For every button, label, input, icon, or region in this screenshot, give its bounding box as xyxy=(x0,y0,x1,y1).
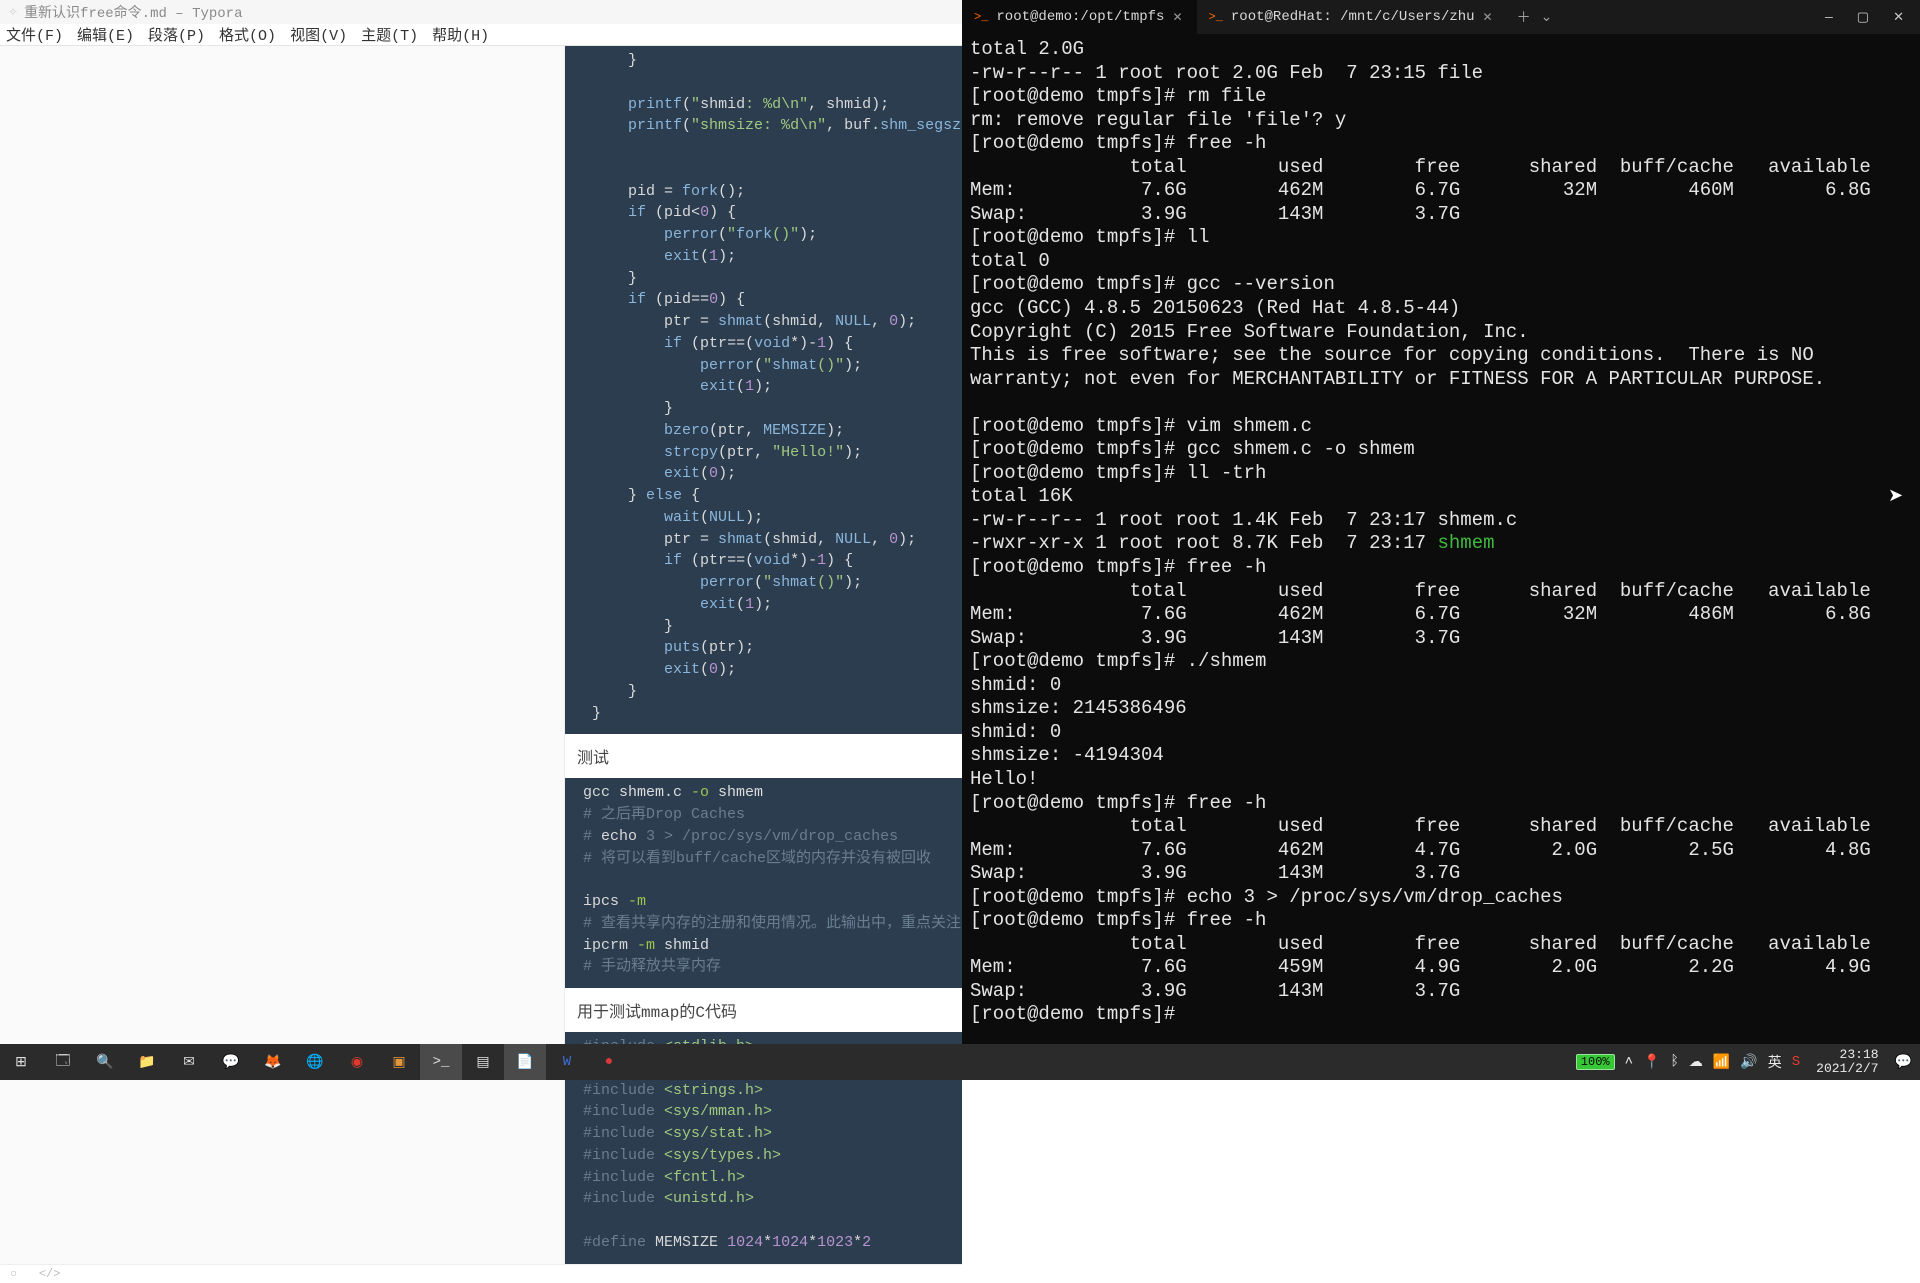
app-button-generic2[interactable]: ▣ xyxy=(378,1044,420,1080)
code-block-shmem[interactable]: } printf("shmid: %d\n", shmid); printf("… xyxy=(565,46,962,734)
terminal-window: >_ root@demo:/opt/tmpfs ✕ >_ root@RedHat… xyxy=(962,0,1920,1044)
close-icon[interactable]: ✕ xyxy=(1483,10,1493,25)
menu-format[interactable]: 格式(O) xyxy=(219,24,276,45)
app-button-firefox[interactable]: 🦊 xyxy=(252,1044,294,1080)
tray-ime-lang[interactable]: 英 xyxy=(1768,1052,1782,1072)
heading-test: 测试 xyxy=(565,734,962,778)
terminal-tab-1-label: root@demo:/opt/tmpfs xyxy=(996,9,1164,25)
maximize-button[interactable]: ▢ xyxy=(1857,10,1869,25)
app-button-mail[interactable]: ✉ xyxy=(168,1044,210,1080)
status-circle-icon: ○ xyxy=(10,1267,32,1281)
terminal-tab-2-label: root@RedHat: /mnt/c/Users/zhu xyxy=(1231,9,1475,25)
app-button-edge[interactable]: 🌐 xyxy=(294,1044,336,1080)
tray-cloud-icon[interactable]: ☁ xyxy=(1689,1054,1703,1071)
typora-window: ✧ 重新认识free命令.md – Typora 文件(F) 编辑(E) 段落(… xyxy=(0,0,962,1044)
clock[interactable]: 23:18 2021/2/7 xyxy=(1810,1048,1884,1077)
menu-para[interactable]: 段落(P) xyxy=(148,24,205,45)
close-icon[interactable]: ✕ xyxy=(1172,10,1182,25)
terminal-tab-2[interactable]: >_ root@RedHat: /mnt/c/Users/zhu ✕ xyxy=(1197,0,1507,34)
menu-edit[interactable]: 编辑(E) xyxy=(77,24,134,45)
windows-taskbar[interactable]: ⊞ 🗔 🔍 📁 ✉ 💬 🦊 🌐 ◉ ▣ >_ ▤ 📄 W ● 100% ˄ 📍 … xyxy=(0,1044,1920,1080)
terminal-body[interactable]: total 2.0G -rw-r--r-- 1 root root 2.0G F… xyxy=(962,34,1920,1044)
app-button-wechat[interactable]: 💬 xyxy=(210,1044,252,1080)
menu-help[interactable]: 帮助(H) xyxy=(432,24,489,45)
close-button[interactable]: ✕ xyxy=(1893,10,1904,25)
minimize-button[interactable]: ― xyxy=(1825,10,1833,25)
terminal-tab-1[interactable]: >_ root@demo:/opt/tmpfs ✕ xyxy=(962,0,1197,34)
typora-app-icon: ✧ xyxy=(8,5,18,20)
dropdown-icon[interactable]: ⌄ xyxy=(1541,9,1553,26)
typora-title-text: 重新认识free命令.md – Typora xyxy=(24,2,242,22)
tray-location-icon[interactable]: 📍 xyxy=(1643,1054,1660,1071)
app-button-typora-taskbar[interactable]: 📄 xyxy=(504,1044,546,1080)
menu-view[interactable]: 视图(V) xyxy=(290,24,347,45)
code-block-shell[interactable]: gcc shmem.c -o shmem # 之后再Drop Caches # … xyxy=(565,778,962,988)
new-tab-button[interactable]: ＋ xyxy=(1517,7,1531,27)
start-button[interactable]: ⊞ xyxy=(0,1044,42,1080)
typora-menubar[interactable]: 文件(F) 编辑(E) 段落(P) 格式(O) 视图(V) 主题(T) 帮助(H… xyxy=(0,24,962,46)
app-button-word[interactable]: W xyxy=(546,1044,588,1080)
typora-editor[interactable]: } printf("shmid: %d\n", shmid); printf("… xyxy=(565,46,962,1264)
notifications-icon[interactable]: 💬 xyxy=(1895,1054,1912,1071)
tray-volume-icon[interactable]: 🔊 xyxy=(1740,1054,1757,1071)
menu-theme[interactable]: 主题(T) xyxy=(361,24,418,45)
search-button[interactable]: 🔍 xyxy=(84,1044,126,1080)
tray-bluetooth-icon[interactable]: ᛒ xyxy=(1670,1054,1678,1070)
typora-sidebar[interactable] xyxy=(0,46,565,1264)
clock-time: 23:18 xyxy=(1816,1048,1878,1062)
taskview-button[interactable]: 🗔 xyxy=(42,1044,84,1080)
app-button-record[interactable]: ● xyxy=(588,1044,630,1080)
typora-content: } printf("shmid: %d\n", shmid); printf("… xyxy=(0,46,962,1264)
tray-ime-icon[interactable]: S xyxy=(1792,1054,1800,1070)
status-code-icon: </> xyxy=(39,1267,61,1281)
app-button-generic1[interactable]: ◉ xyxy=(336,1044,378,1080)
tray-network-icon[interactable]: 📶 xyxy=(1713,1054,1730,1071)
system-tray[interactable]: 100% ˄ 📍 ᛒ ☁ 📶 🔊 英 S 23:18 2021/2/7 💬 xyxy=(1576,1048,1920,1077)
heading-mmap: 用于测试mmap的C代码 xyxy=(565,988,962,1032)
typora-statusbar: ○ </> xyxy=(0,1264,962,1283)
powershell-icon: >_ xyxy=(1209,10,1223,24)
clock-date: 2021/2/7 xyxy=(1816,1062,1878,1076)
menu-file[interactable]: 文件(F) xyxy=(6,24,63,45)
powershell-icon: >_ xyxy=(974,10,988,24)
app-button-generic3[interactable]: ▤ xyxy=(462,1044,504,1080)
app-button-terminal-taskbar[interactable]: >_ xyxy=(420,1044,462,1080)
tray-chevron-icon[interactable]: ˄ xyxy=(1625,1054,1633,1070)
typora-titlebar[interactable]: ✧ 重新认识free命令.md – Typora xyxy=(0,0,962,24)
battery-indicator[interactable]: 100% xyxy=(1576,1054,1615,1070)
terminal-tabbar[interactable]: >_ root@demo:/opt/tmpfs ✕ >_ root@RedHat… xyxy=(962,0,1920,34)
file-explorer-button[interactable]: 📁 xyxy=(126,1044,168,1080)
